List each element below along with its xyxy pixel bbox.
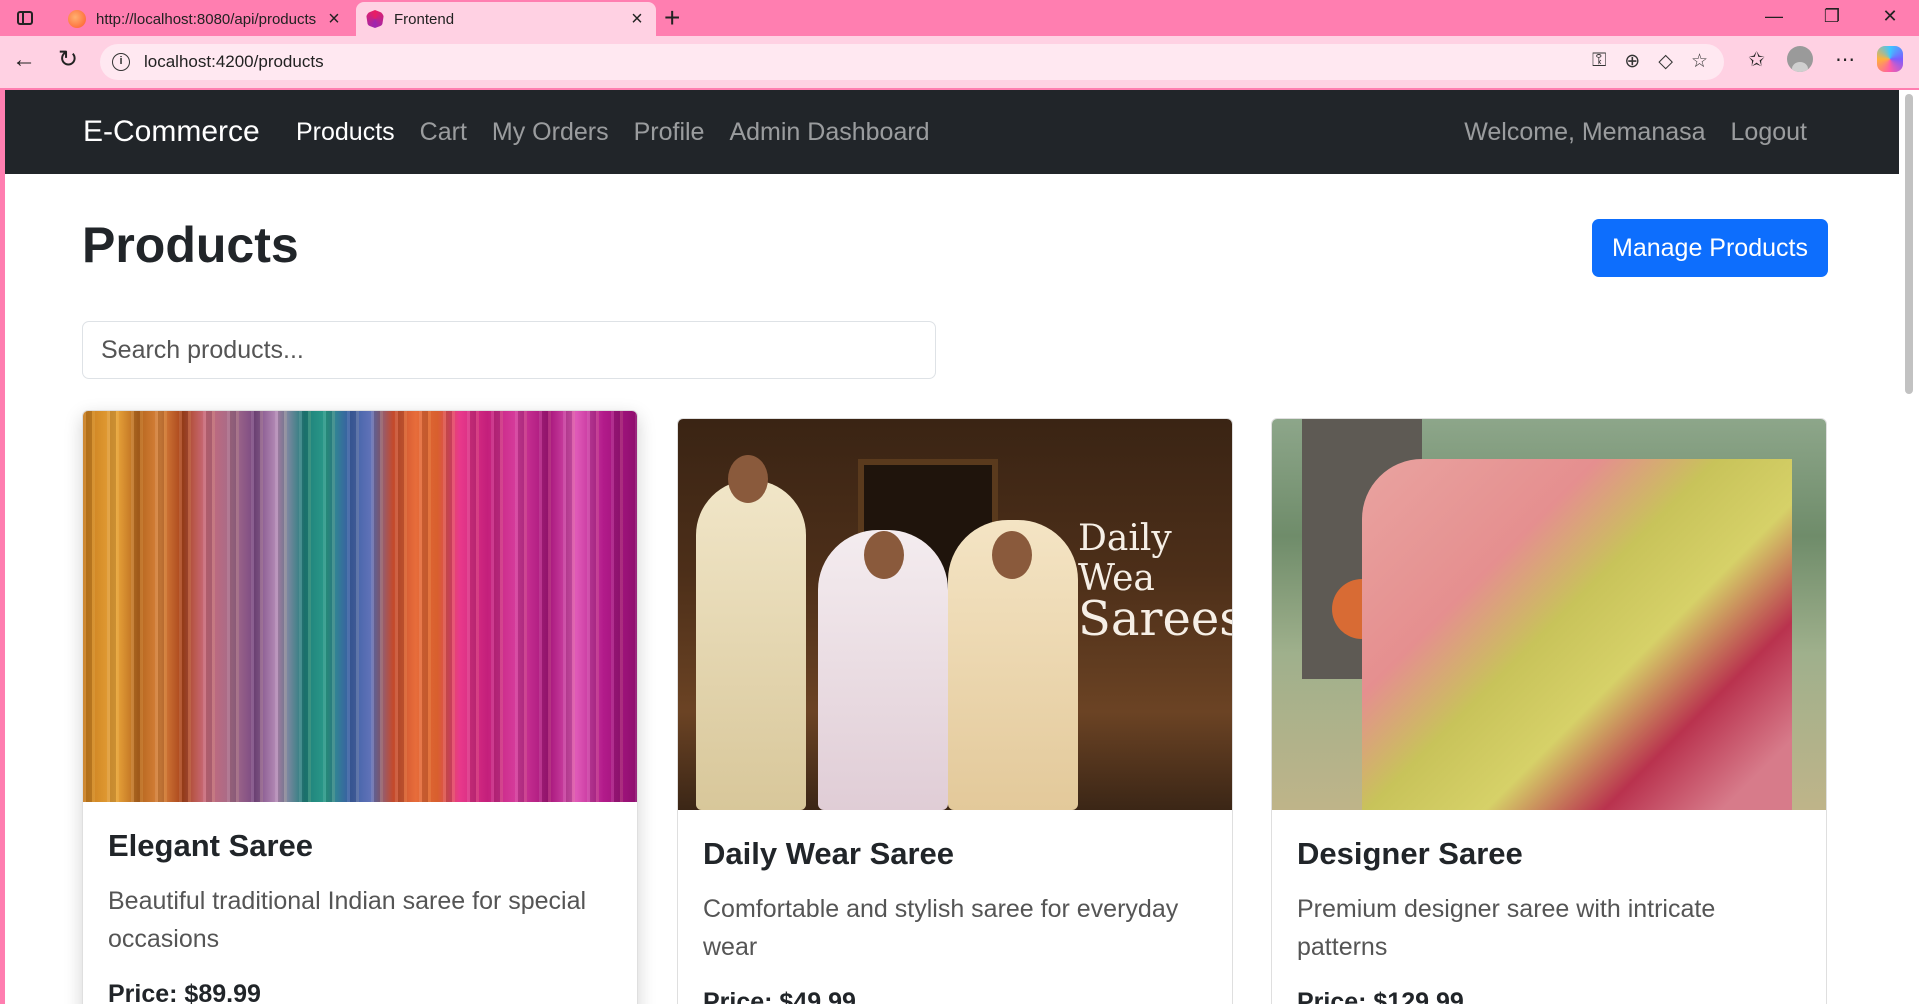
product-card[interactable]: Designer Saree Premium designer saree wi…: [1271, 418, 1827, 1004]
copilot-icon[interactable]: [1877, 46, 1903, 72]
nav-link-my-orders[interactable]: My Orders: [492, 118, 609, 147]
toolbar-icons: ✩ ⋯: [1748, 46, 1903, 72]
favorites-icon[interactable]: ✩: [1748, 47, 1765, 72]
product-name: Designer Saree: [1297, 836, 1523, 871]
browser-tab-frontend[interactable]: Frontend ×: [356, 2, 656, 36]
back-arrow-icon[interactable]: ←: [12, 48, 36, 72]
image-saree: [1362, 459, 1792, 810]
tab-favicon-icon: [68, 10, 86, 28]
scrollbar-thumb[interactable]: [1905, 94, 1913, 394]
nav-link-admin-dashboard[interactable]: Admin Dashboard: [729, 118, 929, 147]
product-price: Price: $89.99: [108, 980, 261, 1004]
zoom-icon[interactable]: ⊕: [1624, 50, 1640, 73]
favorite-star-icon[interactable]: ☆: [1691, 50, 1708, 73]
profile-avatar-icon[interactable]: [1787, 46, 1813, 72]
page-title: Products: [82, 217, 299, 273]
nav-link-profile[interactable]: Profile: [634, 118, 705, 147]
product-image: Daily Wea Sarees: [678, 419, 1232, 810]
product-description: Beautiful traditional Indian saree for s…: [108, 887, 587, 953]
new-tab-button[interactable]: +: [664, 4, 680, 32]
product-card[interactable]: Daily Wea Sarees Daily Wear Saree Comfor…: [677, 418, 1233, 1004]
image-figure-head: [728, 455, 768, 503]
tab-actions-icon[interactable]: [12, 6, 38, 30]
image-figure: [696, 480, 806, 810]
image-overlay-text: Daily Wea Sarees: [1078, 518, 1232, 647]
product-name: Daily Wear Saree: [703, 836, 955, 871]
address-bar[interactable]: i localhost:4200/products ⚿ ⊕ ◇ ☆: [100, 44, 1724, 80]
nav-links: Products Cart My Orders Profile Admin Da…: [296, 118, 955, 147]
product-name: Elegant Saree: [108, 828, 314, 863]
product-card[interactable]: Elegant Saree Beautiful traditional Indi…: [82, 410, 638, 1004]
tag-icon[interactable]: ◇: [1658, 50, 1673, 73]
omnibox-icons: ⚿ ⊕ ◇ ☆: [1592, 50, 1708, 73]
manage-products-button[interactable]: Manage Products: [1592, 219, 1828, 277]
image-figure-head: [864, 531, 904, 579]
browser-tab-bar: http://localhost:8080/api/products × Fro…: [0, 0, 1919, 36]
site-navbar: E-Commerce Products Cart My Orders Profi…: [5, 90, 1899, 174]
key-icon[interactable]: ⚿: [1592, 50, 1606, 73]
restore-button[interactable]: ❐: [1803, 6, 1861, 27]
address-url[interactable]: localhost:4200/products: [144, 52, 324, 72]
tab-title: http://localhost:8080/api/products: [96, 10, 317, 28]
tab-title: Frontend: [394, 10, 455, 28]
product-image: [83, 411, 637, 802]
welcome-text: Welcome, Memanasa: [1464, 117, 1706, 146]
brand-link[interactable]: E-Commerce: [83, 115, 260, 149]
browser-toolbar: ← ↻ i localhost:4200/products ⚿ ⊕ ◇ ☆ ✩ …: [0, 36, 1919, 88]
product-description: Comfortable and stylish saree for everyd…: [703, 895, 1179, 961]
browser-tab-api[interactable]: http://localhost:8080/api/products ×: [58, 2, 353, 36]
product-price: Price: $129.99: [1297, 988, 1464, 1004]
nav-link-products[interactable]: Products: [296, 118, 395, 147]
close-tab-icon[interactable]: ×: [628, 9, 646, 29]
nav-link-cart[interactable]: Cart: [420, 118, 467, 147]
page-viewport: E-Commerce Products Cart My Orders Profi…: [5, 90, 1899, 1004]
product-description: Premium designer saree with intricate pa…: [1297, 895, 1716, 961]
card-body: Designer Saree Premium designer saree wi…: [1272, 810, 1826, 1004]
product-price: Price: $49.99: [703, 988, 856, 1004]
search-input[interactable]: [82, 321, 936, 379]
close-tab-icon[interactable]: ×: [325, 9, 343, 29]
nav-user-area: Welcome, Memanasa Logout: [1464, 118, 1807, 147]
angular-favicon-icon: [366, 10, 384, 28]
logout-link[interactable]: Logout: [1731, 118, 1807, 147]
image-figure-head: [992, 531, 1032, 579]
product-image: [1272, 419, 1826, 810]
close-window-button[interactable]: ✕: [1861, 6, 1919, 27]
reload-icon[interactable]: ↻: [58, 48, 78, 72]
site-info-icon[interactable]: i: [112, 53, 130, 71]
window-controls: — ❐ ✕: [1745, 6, 1919, 27]
more-menu-icon[interactable]: ⋯: [1835, 47, 1855, 72]
card-body: Elegant Saree Beautiful traditional Indi…: [83, 802, 637, 1004]
page-scrollbar[interactable]: [1899, 90, 1919, 1004]
card-body: Daily Wear Saree Comfortable and stylish…: [678, 810, 1232, 1004]
minimize-button[interactable]: —: [1745, 6, 1803, 27]
